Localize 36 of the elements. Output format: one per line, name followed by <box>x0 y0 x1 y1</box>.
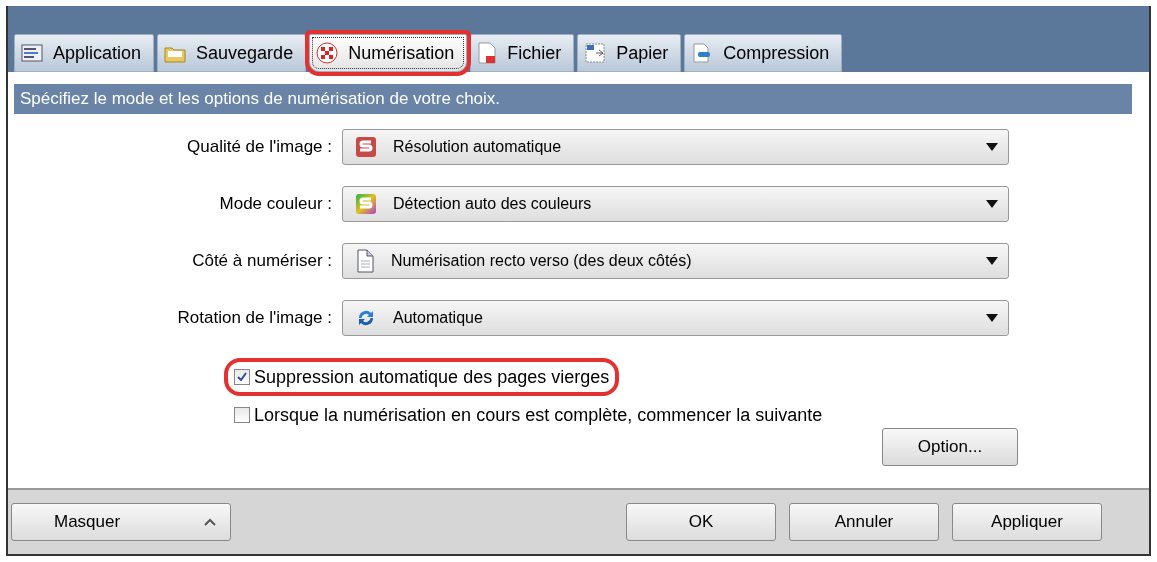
field-label: Qualité de l'image : <box>186 136 333 159</box>
hide-button[interactable]: Masquer <box>11 503 231 541</box>
s-logo-icon <box>355 136 377 158</box>
check-icon <box>236 371 248 383</box>
dropdown-arrow-icon <box>986 143 998 151</box>
dropdown-arrow-icon <box>986 257 998 265</box>
tab[interactable]: Application <box>14 34 155 72</box>
dropdown[interactable]: Détection auto des couleurs <box>342 186 1009 222</box>
dialog-button[interactable]: Annuler <box>789 503 939 541</box>
dropdown[interactable]: Numérisation recto verso (des deux côtés) <box>342 243 1009 279</box>
field-label: Mode couleur : <box>218 193 333 216</box>
window-icon <box>21 43 43 63</box>
page-icon <box>355 249 375 273</box>
checkered-ball-icon <box>316 42 339 64</box>
checkbox-label: Suppression automatique des pages vierges <box>254 365 610 389</box>
tab[interactable]: Sauvegarde <box>157 34 307 72</box>
paper-size-icon <box>584 42 607 64</box>
dropdown[interactable]: Résolution automatique <box>342 129 1009 165</box>
s-logo-icon <box>355 193 377 215</box>
dropdown[interactable]: Automatique <box>342 300 1009 336</box>
field-label: Côté à numériser : <box>191 250 333 273</box>
section-header: Spécifiez le mode et les options de numérisation de votre choix. <box>14 84 1132 114</box>
field-label: Rotation de l'image : <box>176 307 333 330</box>
checkbox[interactable] <box>234 407 250 423</box>
dialog-button[interactable]: Appliquer <box>952 503 1102 541</box>
file-icon <box>477 42 498 64</box>
checkbox-label: Lorsque la numérisation en cours est complète, commencer la suivante <box>254 403 823 427</box>
tab[interactable]: Compression <box>684 34 843 72</box>
dialog-button[interactable]: OK <box>626 503 776 541</box>
dropdown-arrow-icon <box>986 200 998 208</box>
dropdown-arrow-icon <box>986 314 998 322</box>
option-button[interactable]: Option... <box>882 428 1018 466</box>
tab[interactable]: Fichier <box>470 34 575 72</box>
tab[interactable]: Papier <box>577 34 682 72</box>
checkbox[interactable] <box>234 369 250 385</box>
chevron-up-icon <box>204 518 216 526</box>
